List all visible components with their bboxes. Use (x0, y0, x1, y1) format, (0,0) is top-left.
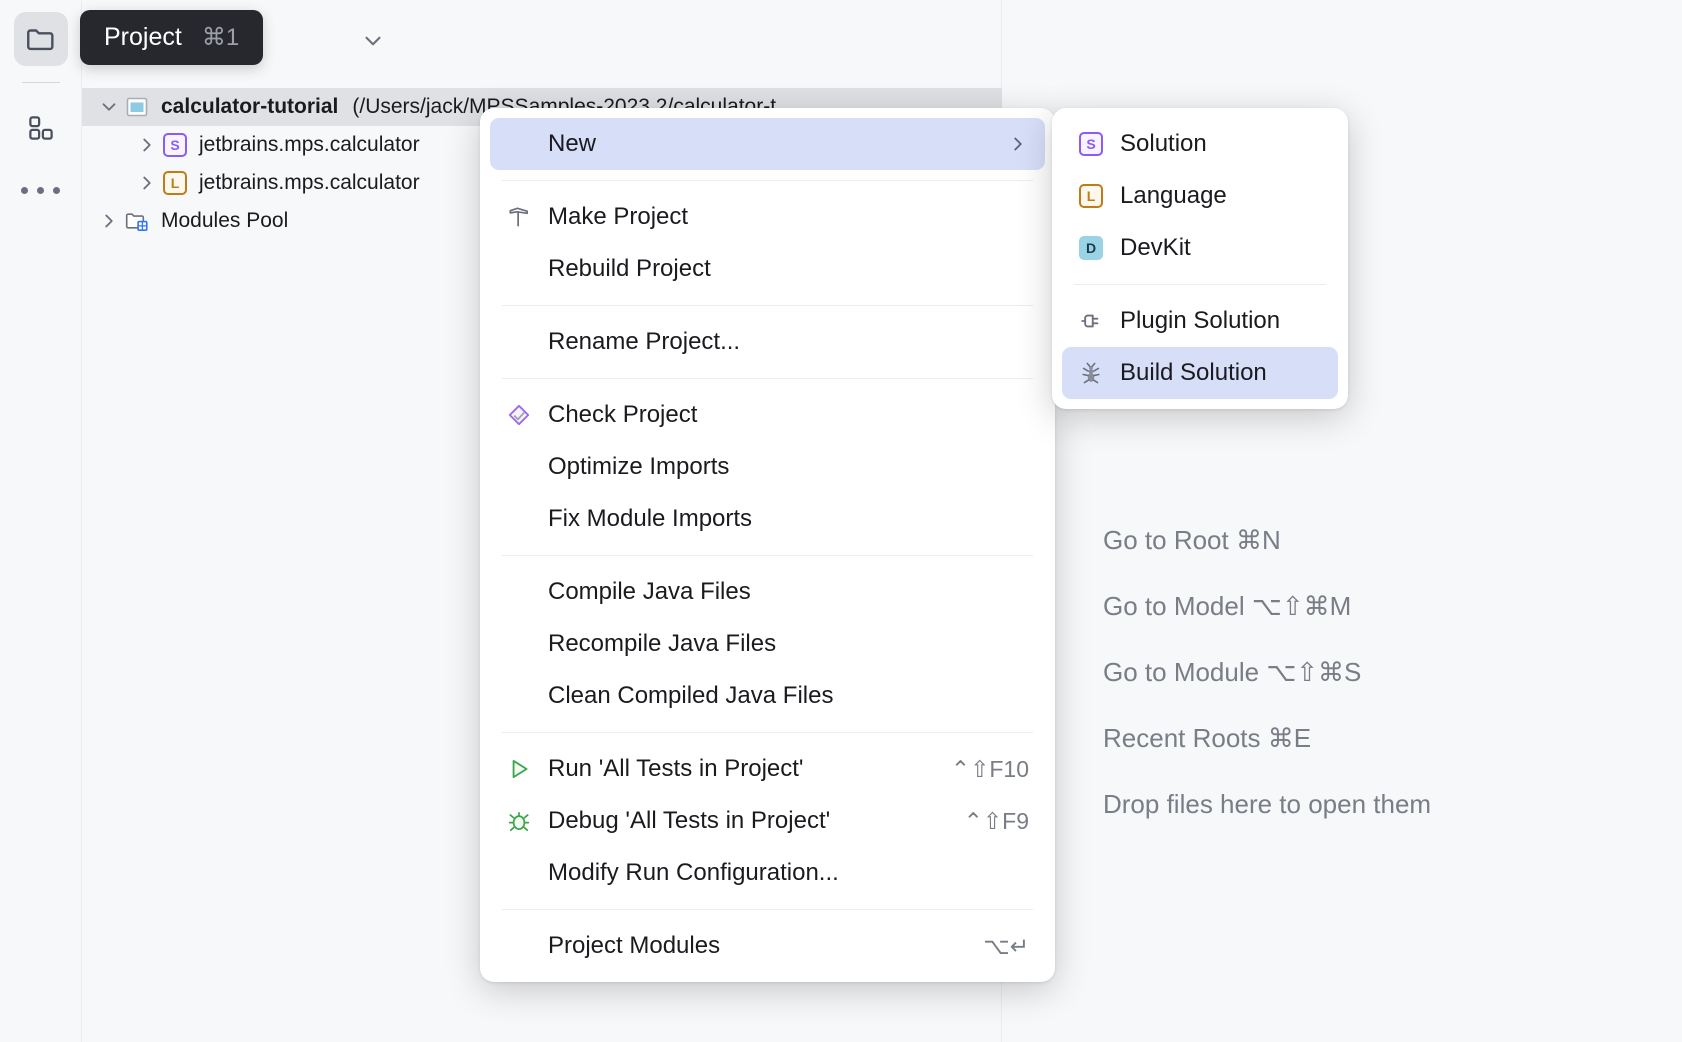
menu-separator (502, 732, 1033, 733)
activity-item-structure[interactable] (14, 101, 68, 155)
menu-item-fix-module-imports[interactable]: Fix Module Imports (490, 493, 1045, 545)
menu-item-shortcut: ⌃⇧F9 (963, 807, 1029, 834)
hammer-icon (504, 204, 534, 230)
solution-badge-icon: S (160, 133, 190, 157)
context-menu: New Make Project Rebuild Project Rename … (480, 108, 1055, 982)
menu-item-label: Optimize Imports (548, 453, 730, 480)
chevron-right-icon[interactable] (134, 172, 160, 194)
run-icon (504, 756, 534, 782)
menu-item-label: Fix Module Imports (548, 505, 753, 532)
activity-divider (21, 82, 60, 83)
menu-item-label: Clean Compiled Java Files (548, 682, 834, 709)
menu-item-label: Make Project (548, 203, 689, 230)
submenu-item-solution[interactable]: S Solution (1062, 118, 1338, 170)
menu-item-label: Rename Project... (548, 328, 741, 355)
folder-icon (24, 22, 58, 56)
plug-icon (1076, 307, 1106, 335)
hint-line: Recent Roots ⌘E (1103, 723, 1312, 753)
language-badge-icon: L (160, 171, 190, 195)
tree-item-label: jetbrains.mps.calculator (199, 171, 420, 194)
debug-icon (504, 808, 534, 834)
more-dots-icon (21, 187, 28, 194)
chevron-down-icon[interactable] (96, 96, 122, 118)
language-badge-icon: L (1076, 184, 1106, 208)
hint-line: Go to Module ⌥⇧⌘S (1103, 657, 1362, 687)
menu-item-check-project[interactable]: Check Project (490, 389, 1045, 441)
menu-item-shortcut: ⌃⇧F10 (950, 755, 1029, 782)
modules-pool-icon (122, 208, 152, 234)
submenu-item-label: Plugin Solution (1120, 307, 1281, 334)
hint-list: Go to Root ⌘N Go to Model ⌥⇧⌘M Go to Mod… (1103, 525, 1431, 820)
menu-separator (1074, 284, 1326, 285)
hint-line: Go to Root ⌘N (1103, 525, 1281, 555)
menu-separator (502, 378, 1033, 379)
menu-separator (502, 555, 1033, 556)
activity-item-more[interactable] (21, 187, 60, 194)
menu-item-rebuild-project[interactable]: Rebuild Project (490, 243, 1045, 295)
more-dots-icon (37, 187, 44, 194)
menu-item-project-modules[interactable]: Project Modules ⌥↵ (490, 920, 1045, 972)
menu-item-debug-all-tests[interactable]: Debug 'All Tests in Project' ⌃⇧F9 (490, 795, 1045, 847)
menu-item-compile-java-files[interactable]: Compile Java Files (490, 566, 1045, 618)
menu-item-label: Recompile Java Files (548, 630, 777, 657)
solution-badge-icon: S (1076, 132, 1106, 156)
submenu-item-label: Solution (1120, 130, 1207, 157)
menu-item-label: Debug 'All Tests in Project' (548, 807, 831, 834)
blocks-icon (26, 113, 56, 143)
submenu-item-build-solution[interactable]: Build Solution (1062, 347, 1338, 399)
tooltip-shortcut: ⌘1 (201, 24, 240, 51)
devkit-badge-icon: D (1076, 236, 1106, 260)
chevron-right-icon[interactable] (134, 134, 160, 156)
menu-item-label: Modify Run Configuration... (548, 859, 839, 886)
ant-icon (1076, 360, 1106, 386)
menu-item-shortcut: ⌥↵ (983, 932, 1029, 959)
tree-item-label: jetbrains.mps.calculator (199, 133, 420, 156)
menu-item-label: New (548, 130, 597, 157)
tree-item-label: calculator-tutorial (161, 95, 339, 118)
submenu-item-label: DevKit (1120, 234, 1191, 261)
submenu-item-label: Language (1120, 182, 1227, 209)
tree-item-label: Modules Pool (161, 209, 289, 232)
project-tooltip: Project ⌘1 (80, 10, 264, 65)
project-icon (122, 95, 152, 119)
menu-item-rename-project[interactable]: Rename Project... (490, 316, 1045, 368)
chevron-right-icon[interactable] (96, 210, 122, 232)
menu-item-run-all-tests[interactable]: Run 'All Tests in Project' ⌃⇧F10 (490, 743, 1045, 795)
hint-line: Drop files here to open them (1103, 789, 1432, 819)
activity-bar (0, 0, 82, 1042)
submenu-item-plugin-solution[interactable]: Plugin Solution (1062, 295, 1338, 347)
ide-window: calculator-tutorial (/Users/jack/MPSSamp… (0, 0, 1682, 1042)
tooltip-label: Project (104, 23, 182, 51)
menu-item-modify-run-configuration[interactable]: Modify Run Configuration... (490, 847, 1045, 899)
more-dots-icon (53, 187, 60, 194)
submenu-item-language[interactable]: L Language (1062, 170, 1338, 222)
submenu-item-devkit[interactable]: D DevKit (1062, 222, 1338, 274)
menu-item-label: Rebuild Project (548, 255, 711, 282)
menu-item-label: Compile Java Files (548, 578, 751, 605)
chevron-right-icon (1007, 133, 1029, 155)
new-submenu: S Solution L Language D DevKit Plugin So… (1052, 108, 1348, 409)
check-diamond-icon (504, 402, 534, 428)
activity-item-project[interactable] (13, 12, 68, 66)
hint-line: Go to Model ⌥⇧⌘M (1103, 591, 1352, 621)
menu-separator (502, 909, 1033, 910)
menu-item-optimize-imports[interactable]: Optimize Imports (490, 441, 1045, 493)
menu-item-clean-compiled-java-files[interactable]: Clean Compiled Java Files (490, 670, 1045, 722)
menu-item-label: Run 'All Tests in Project' (548, 755, 804, 782)
menu-item-label: Project Modules (548, 932, 721, 959)
submenu-item-label: Build Solution (1120, 359, 1267, 386)
menu-item-recompile-java-files[interactable]: Recompile Java Files (490, 618, 1045, 670)
menu-separator (502, 305, 1033, 306)
menu-separator (502, 180, 1033, 181)
menu-item-new[interactable]: New (490, 118, 1045, 170)
chevron-down-icon[interactable] (360, 28, 386, 54)
menu-item-label: Check Project (548, 401, 698, 428)
menu-item-make-project[interactable]: Make Project (490, 191, 1045, 243)
